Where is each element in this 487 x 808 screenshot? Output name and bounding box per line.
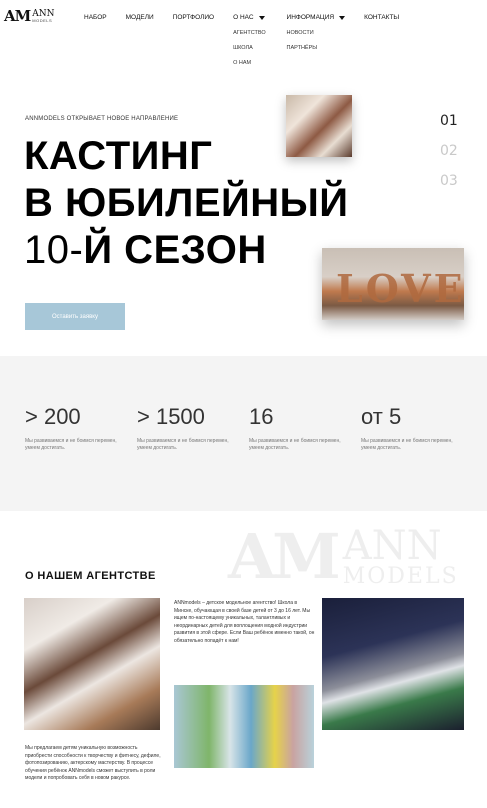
hero-title-number: 10- (24, 228, 84, 272)
stat-value: > 200 (25, 404, 81, 429)
nav-item-models[interactable]: МОДЕЛИ (126, 14, 154, 21)
about-photo-kids-lying (24, 598, 160, 730)
stat-item: > 200 Мы развиваемся и не боимся перемен… (25, 404, 125, 452)
watermark-name: ANN (342, 522, 442, 569)
hero-kicker: ANNMODELS ОТКРЫВАЕТ НОВОЕ НАПРАВЛЕНИЕ (25, 116, 179, 122)
site-header: AM ANN MODELS НАБОР МОДЕЛИ ПОРТФОЛИО О Н… (0, 0, 487, 80)
slide-dot-1[interactable]: 01 (440, 106, 458, 136)
slide-dot-3[interactable]: 03 (440, 166, 458, 196)
about-photo-runway (322, 598, 464, 730)
nav-item-portfolio[interactable]: ПОРТФОЛИО (173, 14, 214, 21)
nav-label: ПОРТФОЛИО (172, 14, 215, 21)
hero-title-line-1: КАСТИНГ (24, 134, 213, 178)
about-submenu: АГЕНТСТВО ШКОЛА О НАМ (233, 30, 266, 75)
logo-monogram: AM (4, 7, 31, 25)
main-nav: НАБОР МОДЕЛИ ПОРТФОЛИО О НАС АГЕНТСТВО Ш… (84, 14, 399, 66)
stat-description: Мы развиваемся и не боимся перемен, умее… (249, 438, 341, 451)
watermark-wordmark: ANN MODELS (343, 526, 459, 588)
stat-description: Мы развиваемся и не боимся перемен, умее… (137, 438, 229, 451)
brand-logo[interactable]: AM ANN MODELS (4, 9, 55, 24)
nav-item-nabor[interactable]: НАБОР (84, 14, 107, 21)
info-submenu: НОВОСТИ ПАРТНЁРЫ (287, 30, 318, 60)
submenu-item-school[interactable]: ШКОЛА (233, 45, 266, 51)
nav-label: НАБОР (84, 14, 107, 21)
stat-description: Мы развиваемся и не боимся перемен, умее… (361, 438, 453, 451)
stat-description: Мы развиваемся и не боимся перемен, умее… (25, 438, 117, 451)
love-letters: LOVE (336, 266, 464, 311)
submenu-item-agency[interactable]: АГЕНТСТВО (233, 30, 266, 36)
about-photo-girls (174, 685, 314, 768)
about-title: О НАШЕМ АГЕНТСТВЕ (25, 570, 156, 582)
hero-photo-love: LOVE (322, 248, 464, 320)
chevron-down-icon[interactable] (258, 15, 265, 20)
nav-item-about[interactable]: О НАС АГЕНТСТВО ШКОЛА О НАМ (233, 14, 266, 66)
submenu-item-about-us[interactable]: О НАМ (233, 60, 266, 66)
watermark-subtitle: MODELS (342, 563, 459, 589)
apply-button[interactable]: Оставить заявку (25, 303, 125, 330)
stat-value: от 5 (361, 404, 402, 429)
stat-item: 16 Мы развиваемся и не боимся перемен, у… (249, 404, 349, 452)
stat-value: > 1500 (137, 404, 205, 429)
logo-subtitle: MODELS (32, 18, 53, 23)
nav-label: ИНФОРМАЦИЯ (286, 14, 335, 21)
hero-title-line-2: В ЮБИЛЕЙНЫЙ (24, 181, 349, 225)
slide-dot-2[interactable]: 02 (440, 136, 458, 166)
hero-title-rest: Й СЕЗОН (83, 228, 267, 272)
stat-value: 16 (249, 404, 274, 429)
logo-wordmark: ANN MODELS (32, 10, 54, 23)
submenu-item-news[interactable]: НОВОСТИ (287, 30, 318, 36)
submenu-item-partners[interactable]: ПАРТНЁРЫ (287, 45, 318, 51)
stat-item: > 1500 Мы развиваемся и не боимся переме… (137, 404, 237, 452)
slide-pagination: 01 02 03 (440, 106, 458, 196)
nav-label: МОДЕЛИ (125, 14, 154, 21)
stats-section: > 200 Мы развиваемся и не боимся перемен… (0, 356, 487, 511)
watermark-logo: AM ANN MODELS (228, 520, 459, 593)
about-text-secondary: Мы предлагаем детям уникальную возможнос… (25, 745, 161, 782)
chevron-down-icon[interactable] (339, 15, 346, 20)
stat-item: от 5 Мы развиваемся и не боимся перемен,… (361, 404, 461, 452)
nav-item-contacts[interactable]: КОНТАКТЫ (364, 14, 399, 21)
watermark-monogram: AM (228, 520, 341, 593)
nav-label: КОНТАКТЫ (364, 14, 400, 21)
nav-item-info[interactable]: ИНФОРМАЦИЯ НОВОСТИ ПАРТНЁРЫ (286, 14, 346, 51)
hero-title-line-3: 10-Й СЕЗОН (24, 227, 349, 274)
hero-title: КАСТИНГ В ЮБИЛЕЙНЫЙ 10-Й СЕЗОН (24, 133, 349, 274)
about-text: ANNmodels – детское модельное агентство!… (174, 600, 315, 644)
nav-label: О НАС (233, 14, 254, 21)
